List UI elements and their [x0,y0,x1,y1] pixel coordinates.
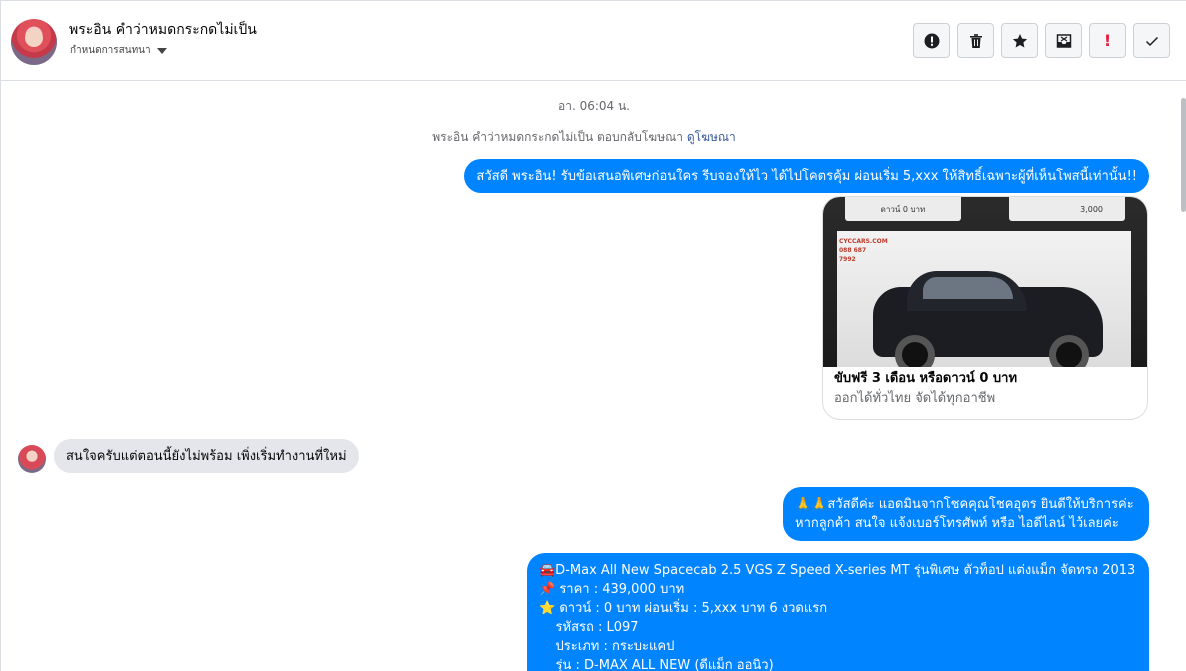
archive-button[interactable] [1045,23,1082,58]
delete-button[interactable] [957,23,994,58]
truck-photo [837,231,1131,367]
outgoing-message-admin-greeting[interactable]: 🙏🙏สวัสดีค่ะ แอดมินจากโชคคุณโชคอุตร ยินดี… [783,487,1149,541]
star-icon [1012,33,1027,47]
archive-box-icon [1056,33,1071,48]
exclamation-icon: ! [1103,31,1112,50]
mark-important-button[interactable]: ! [1089,23,1126,58]
message-line: 🚘D-Max All New Spacecab 2.5 VGS Z Speed … [539,563,1136,578]
conversation-header: พระอิน คําว่าหมดกระกดไม่เป็น กําหนดการสน… [1,1,1186,81]
truck-wheel-rear [1049,335,1089,367]
contact-avatar[interactable] [11,19,57,65]
message-list-scrollbar[interactable] [1181,98,1186,212]
message-line: หากลูกค้า สนใจ แจ้งเบอร์โทรศัพท์ หรือ ไอ… [795,516,1119,531]
truck-window [923,277,1013,299]
conversation-actions-label: กําหนดการสนทนา [70,45,151,56]
ad-reply-note-text: พระอิน คําว่าหมดกระกดไม่เป็น ตอบกลับโฆษณ… [432,130,683,144]
conversation-toolbar: ! [913,23,1170,58]
messenger-window: พระอิน คําว่าหมดกระกดไม่เป็น กําหนดการสน… [0,0,1186,671]
trash-icon [969,33,982,48]
ad-reply-note: พระอิน คําว่าหมดกระกดไม่เป็น ตอบกลับโฆษณ… [1,128,1167,147]
image-strip-left: ดาวน์ 0 บาท [845,197,961,221]
message-timestamp: อา. 06:04 น. [558,99,630,113]
incoming-message[interactable]: สนใจครับแต่ตอนนี้ยังไม่พร้อม เพิ่งเริ่มท… [54,439,359,473]
outgoing-message-car-details[interactable]: 🚘D-Max All New Spacecab 2.5 VGS Z Speed … [527,553,1149,671]
message-line: 📌 ราคา : 439,000 บาท [539,582,685,597]
ad-card-title: ขับฟรี 3 เดือน หรือดาวน์ 0 บาท [834,371,1018,386]
view-ad-link[interactable]: ดูโฆษณา [687,130,736,144]
message-line: ⭐ ดาวน์ : 0 บาท ผ่อนเริ่ม : 5,xxx บาท 6 … [539,601,828,616]
message-line: รหัสรถ : L097 [539,620,639,635]
message-line: รุ่น : D-MAX ALL NEW (ดีแม็ก ออนิว) [539,658,774,671]
star-button[interactable] [1001,23,1038,58]
outgoing-message[interactable]: สวัสดี พระอิน! รับข้อเสนอพิเศษก่อนใคร รี… [464,159,1149,193]
exclamation-circle-icon [924,33,939,48]
image-strip-right: 3,000 [1009,197,1125,221]
caret-down-icon [156,47,167,54]
message-line: 🙏🙏สวัสดีค่ะ แอดมินจากโชคคุณโชคอุตร ยินดี… [795,497,1134,512]
mark-done-button[interactable] [1133,23,1170,58]
truck-wheel-front [895,335,935,367]
ad-card-subtitle: ออกได้ทั่วไทย จัดได้ทุกอาชีพ [834,391,996,406]
checkmark-icon [1145,36,1158,46]
spam-button[interactable] [913,23,950,58]
dealer-logo: CYCCARS.COM 088 687 7992 [839,238,888,263]
ad-card[interactable]: ดาวน์ 0 บาท 3,000 CYCCARS.COM 088 687 79… [822,196,1148,420]
contact-name[interactable]: พระอิน คําว่าหมดกระกดไม่เป็น [69,19,257,41]
conversation-actions-dropdown[interactable]: กําหนดการสนทนา [70,43,167,58]
message-line: ประเภท : กระบะแคป [539,639,675,654]
ad-card-image: ดาวน์ 0 บาท 3,000 CYCCARS.COM 088 687 79… [823,197,1147,367]
contact-avatar-small[interactable] [18,445,46,473]
message-list[interactable]: อา. 06:04 น. พระอิน คําว่าหมดกระกดไม่เป็… [1,82,1181,671]
